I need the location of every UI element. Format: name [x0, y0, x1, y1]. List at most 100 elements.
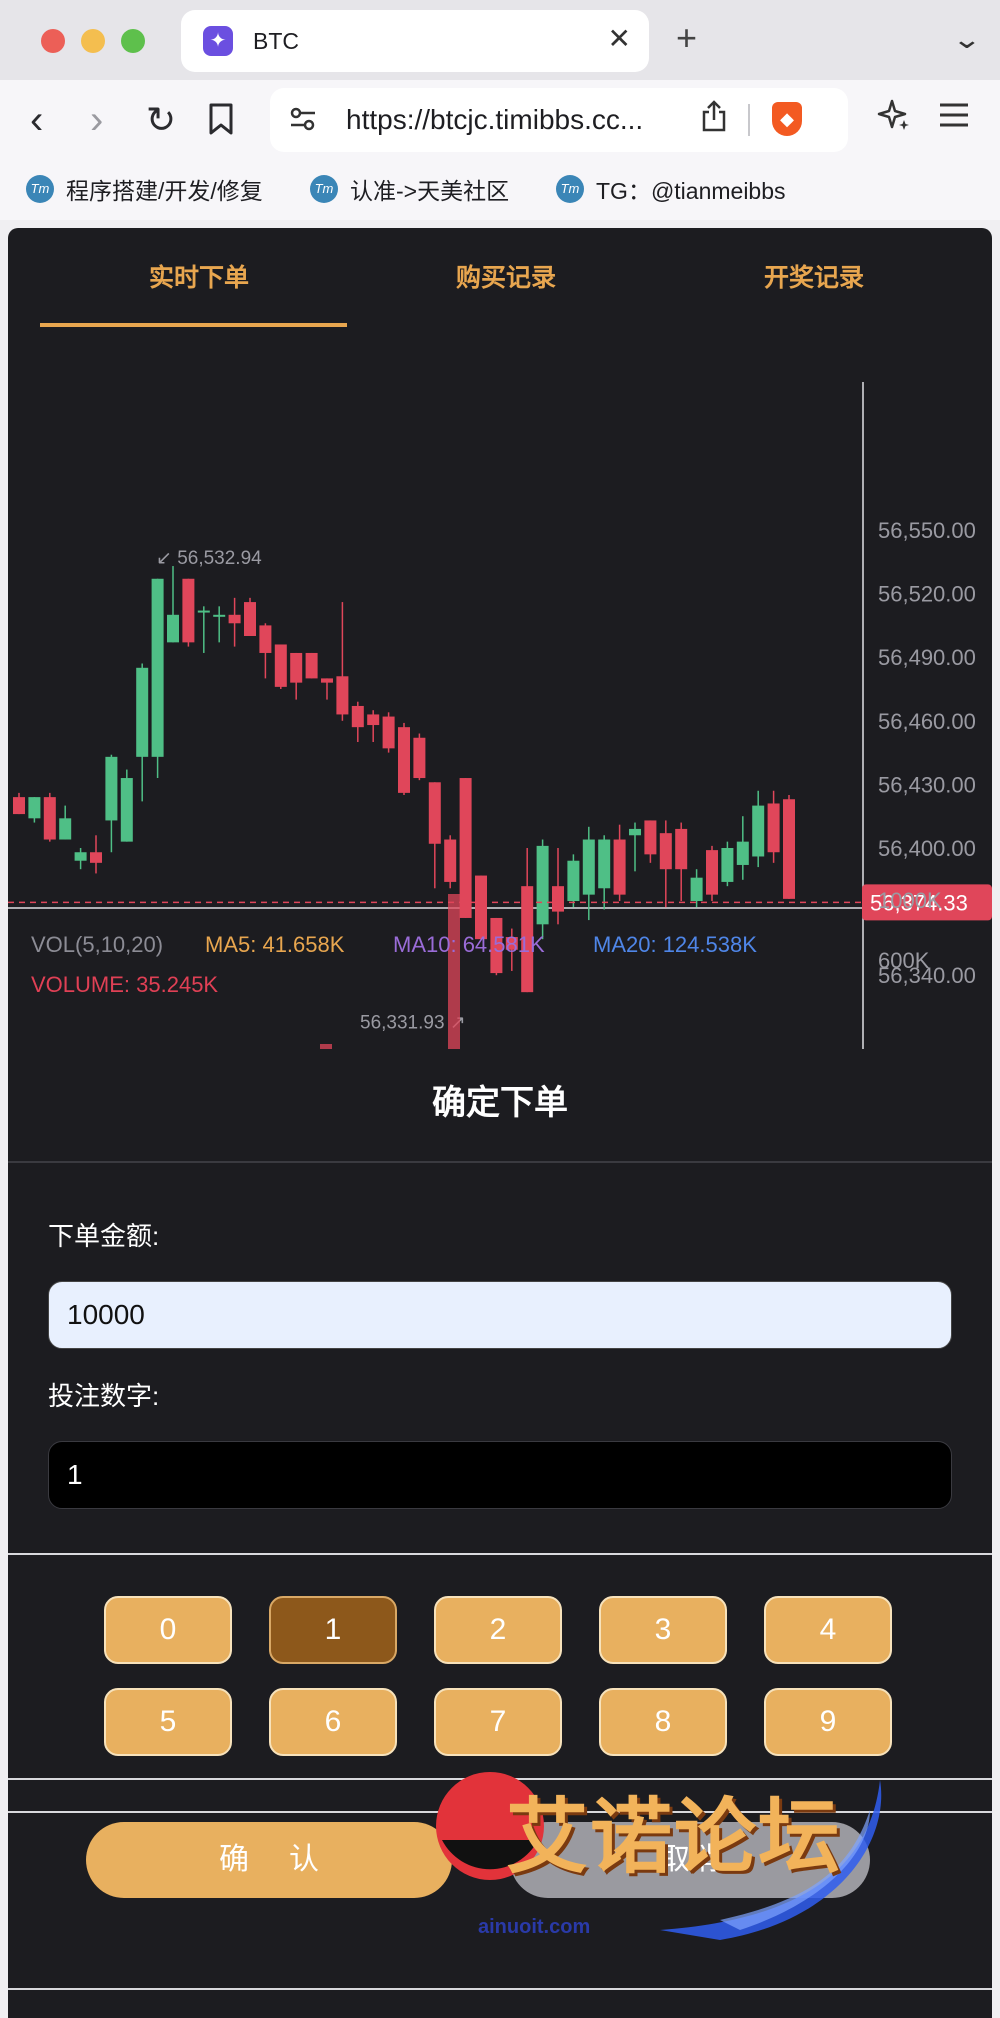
- candle-body: [74, 852, 87, 861]
- candle-body: [644, 820, 657, 855]
- vol-ma5-label: MA5: 41.658K: [205, 932, 345, 957]
- candle-body: [736, 841, 749, 865]
- candle-body: [552, 886, 564, 912]
- tab-live-order[interactable]: 实时下单: [39, 258, 359, 294]
- candle-body: [475, 875, 487, 940]
- candle-body: [151, 578, 164, 757]
- bookmark-item[interactable]: Tm 认准->天美社区: [310, 172, 509, 206]
- candle-body: [213, 614, 226, 617]
- digit-button-7[interactable]: 7: [434, 1688, 562, 1756]
- vol-ma10-label: MA10: 64.581K: [393, 932, 545, 957]
- candle-body: [90, 852, 102, 863]
- trading-app: 实时下单 购买记录 开奖记录 56,550.00 56,520.00 56,490.…: [8, 228, 992, 2018]
- tab-draw-records[interactable]: 开奖记录: [654, 258, 974, 294]
- bookmark-icon[interactable]: [208, 102, 234, 146]
- bookmarks-bar: Tm 程序搭建/开发/修复 Tm 认准->天美社区 Tm TG：@tianmei…: [0, 160, 1000, 220]
- bookmark-item[interactable]: Tm TG：@tianmeibbs: [556, 172, 786, 206]
- candle-body: [197, 610, 210, 613]
- price-axis-label: 56,400.00: [878, 836, 976, 861]
- digit-button-4[interactable]: 4: [764, 1596, 892, 1664]
- digit-button-8[interactable]: 8: [599, 1688, 727, 1756]
- amount-input[interactable]: 10000: [48, 1281, 952, 1349]
- site-settings-icon[interactable]: [288, 104, 318, 141]
- price-axis-label: 56,430.00: [878, 772, 976, 797]
- high-price-label: ↙ 56,532.94: [156, 548, 262, 569]
- price-axis-label: 56,460.00: [878, 709, 976, 734]
- candle-body: [367, 714, 380, 726]
- candle-body: [228, 614, 241, 624]
- leo-ai-icon[interactable]: [877, 98, 911, 141]
- candle-body: [567, 860, 580, 901]
- url-separator: [748, 104, 750, 136]
- order-sheet-title: 确定下单: [432, 1084, 568, 1122]
- bet-number-input[interactable]: 1: [48, 1441, 952, 1509]
- volume-axis-label: 1000K: [878, 888, 942, 913]
- new-tab-icon[interactable]: +: [676, 18, 697, 58]
- candle-body: [536, 845, 549, 925]
- candle-body: [459, 778, 472, 918]
- active-tab-indicator: [40, 323, 347, 327]
- volume-bar: [448, 894, 460, 1049]
- tab-title: BTC: [253, 28, 299, 54]
- candle-body: [428, 782, 441, 844]
- price-axis-label: 56,550.00: [878, 518, 976, 543]
- digit-button-1[interactable]: 1: [269, 1596, 397, 1664]
- browser-toolbar: ‹ › ↻ https://btcjc.timibbs.cc... ◆: [0, 80, 1000, 160]
- price-axis-label: 56,520.00: [878, 582, 976, 607]
- candle-body: [136, 667, 149, 757]
- share-icon[interactable]: [700, 100, 728, 140]
- candle-body: [413, 737, 426, 779]
- address-bar[interactable]: https://btcjc.timibbs.cc... ◆: [270, 88, 848, 152]
- bookmark-favicon-icon: Tm: [310, 175, 338, 203]
- forward-icon[interactable]: ›: [90, 98, 103, 142]
- menu-icon[interactable]: [938, 96, 970, 138]
- url-text[interactable]: https://btcjc.timibbs.cc...: [346, 104, 643, 136]
- candle-body: [28, 797, 41, 819]
- price-axis-label: 56,490.00: [878, 645, 976, 670]
- divider: [8, 1811, 992, 1813]
- browser-tab-btc[interactable]: ✦ BTC ✕: [181, 10, 649, 72]
- candle-body: [259, 625, 272, 653]
- bookmark-item[interactable]: Tm 程序搭建/开发/修复: [26, 172, 263, 206]
- digit-button-5[interactable]: 5: [104, 1688, 232, 1756]
- candle-body: [305, 652, 318, 679]
- digit-button-3[interactable]: 3: [599, 1596, 727, 1664]
- candle-body: [783, 799, 795, 899]
- candle-body: [59, 818, 72, 840]
- candle-body: [398, 727, 410, 793]
- candle-body: [613, 839, 626, 895]
- brave-shields-icon[interactable]: ◆: [772, 102, 802, 136]
- back-icon[interactable]: ‹: [30, 98, 43, 142]
- cancel-button[interactable]: 取消: [510, 1822, 870, 1898]
- candle-body: [321, 678, 333, 683]
- vol-ma20-label: MA20: 124.538K: [593, 932, 757, 957]
- candle-body: [336, 676, 349, 715]
- candle-body: [598, 839, 611, 889]
- candle-body: [752, 805, 765, 857]
- digit-button-6[interactable]: 6: [269, 1688, 397, 1756]
- candle-body: [105, 756, 118, 821]
- zoom-window-button[interactable]: [121, 29, 145, 53]
- tab-purchase-records[interactable]: 购买记录: [346, 258, 666, 294]
- digit-button-2[interactable]: 2: [434, 1596, 562, 1664]
- candle-body: [274, 644, 287, 687]
- kline-chart[interactable]: 56,550.00 56,520.00 56,490.00 56,460.00 56,4…: [8, 352, 992, 1049]
- tab-close-icon[interactable]: ✕: [608, 24, 631, 54]
- divider: [8, 1778, 992, 1780]
- reload-icon[interactable]: ↻: [146, 98, 176, 142]
- candle-body: [382, 716, 395, 749]
- bookmark-favicon-icon: Tm: [26, 175, 54, 203]
- minimize-window-button[interactable]: [81, 29, 105, 53]
- digit-button-0[interactable]: 0: [104, 1596, 232, 1664]
- tab-list-chevron-icon[interactable]: ⌄: [952, 22, 983, 56]
- bookmark-label: 程序搭建/开发/修复: [66, 178, 263, 204]
- candle-body: [43, 797, 56, 840]
- divider: [8, 1553, 992, 1555]
- candle-body: [167, 614, 179, 643]
- candle-body: [182, 578, 195, 643]
- confirm-button[interactable]: 确认: [86, 1822, 452, 1898]
- bookmark-label: 认准->天美社区: [350, 178, 510, 204]
- candle-body: [659, 833, 672, 870]
- digit-button-9[interactable]: 9: [764, 1688, 892, 1756]
- close-window-button[interactable]: [41, 29, 65, 53]
